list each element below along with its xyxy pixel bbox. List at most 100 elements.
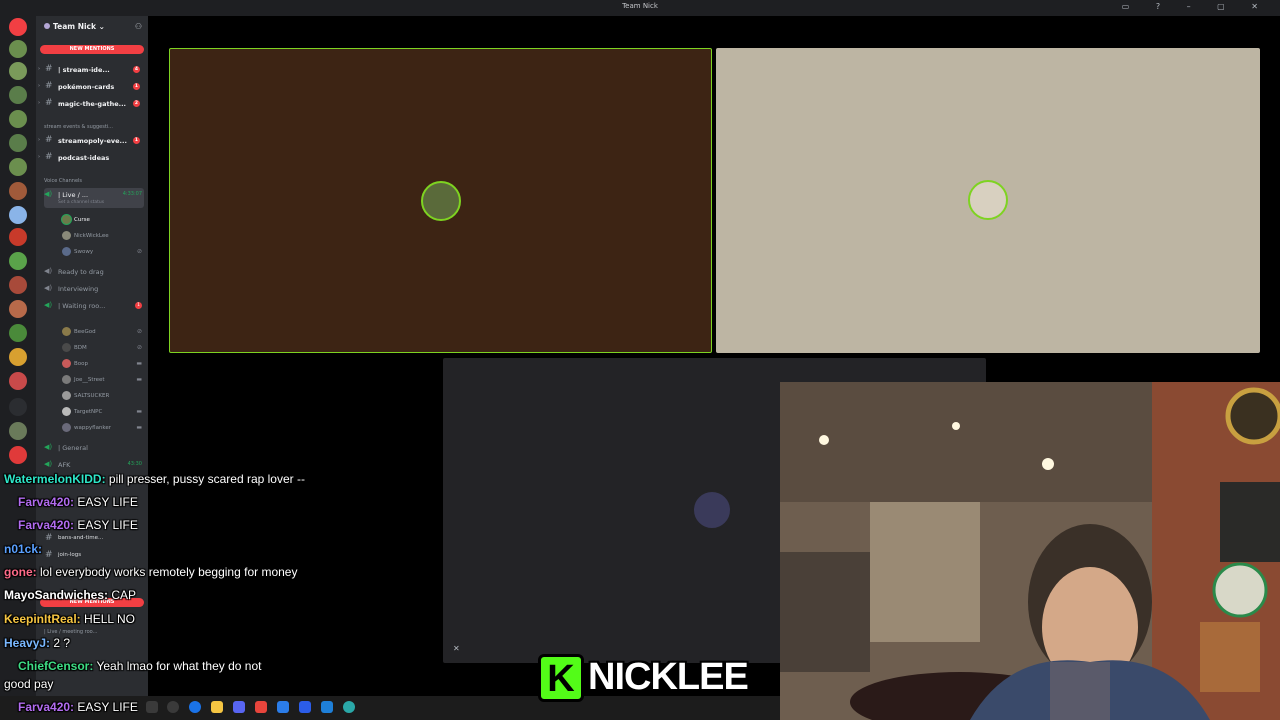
chat-message: n01ck: [4, 542, 42, 556]
avatar [62, 407, 71, 416]
voice-user[interactable]: Swowy ⊘ [62, 246, 144, 258]
window-controls[interactable]: ▭ ? – ▢ ✕ [1122, 2, 1270, 11]
chat-message: ChiefCensor: Yeah lmao for what they do … [18, 659, 261, 673]
server-icon[interactable] [9, 446, 27, 464]
voice-connection-label: | Live / meeting roo... [44, 629, 98, 635]
channel-stream-ideas[interactable]: › # | stream-ide... 4 [38, 63, 144, 77]
obs-icon[interactable] [167, 701, 179, 713]
voice-user[interactable]: BeeGod ⊘ [62, 326, 144, 338]
voice-user[interactable]: TargetNPC ▬ [62, 406, 144, 418]
server-icon[interactable] [9, 206, 27, 224]
server-icon[interactable] [9, 348, 27, 366]
voice-channel-waiting-room[interactable]: ◀) | Waiting roo... 1 [44, 299, 144, 313]
chat-text: HELL NO [84, 612, 135, 626]
avatar [62, 375, 71, 384]
server-icon[interactable] [9, 40, 27, 58]
avatar [62, 343, 71, 352]
chat-text: CAP [111, 588, 137, 602]
add-member-icon[interactable]: ⚇ [135, 22, 142, 31]
category-stream-events[interactable]: stream events & suggesti... [44, 124, 113, 130]
server-icon[interactable] [9, 422, 27, 440]
voice-channel-interviewing[interactable]: ◀) Interviewing [44, 282, 144, 296]
window-title: Team Nick [622, 2, 658, 10]
voice-user[interactable]: Curse [62, 214, 144, 226]
channel-name: podcast-ideas [58, 154, 110, 162]
chat-text: pill presser, pussy scared rap lover -- [108, 472, 305, 486]
voice-user[interactable]: BDM ⊘ [62, 342, 144, 354]
channel-streamopoly[interactable]: › # streamopoly-eve... 1 [38, 134, 144, 148]
search-icon[interactable] [146, 701, 158, 713]
channel-status[interactable]: Set a channel status [58, 200, 104, 205]
app-icon[interactable] [343, 701, 355, 713]
voice-timer: 43:30 [127, 461, 142, 467]
discord-icon[interactable] [233, 701, 245, 713]
channel-name: bans-and-time... [58, 535, 104, 541]
voice-channel-name: | Live / ... [58, 191, 89, 199]
speaker-icon: ◀) [44, 443, 53, 451]
hash-icon: # [45, 81, 53, 91]
folder-icon[interactable] [211, 701, 223, 713]
chat-text: EASY LIFE [77, 518, 138, 532]
server-avatar [44, 23, 50, 29]
voice-user[interactable]: Joe__Street ▬ [62, 374, 144, 386]
webcam-feed [780, 382, 1280, 720]
chat-text: 2 ? [53, 636, 71, 650]
server-icon[interactable] [9, 110, 27, 128]
category-voice-channels[interactable]: Voice Channels [44, 178, 82, 184]
voice-user-name: Curse [74, 217, 90, 223]
voice-channel-name: | Waiting roo... [58, 302, 106, 310]
chevron-right-icon: › [38, 137, 41, 143]
chat-username: WatermelonKIDD: [4, 472, 106, 486]
server-icon[interactable] [9, 182, 27, 200]
speaker-icon: ◀) [44, 301, 53, 309]
voice-channel-afk[interactable]: ◀) AFK 43:30 [44, 458, 144, 472]
camera-icon: ▬ [136, 376, 142, 383]
server-name-button[interactable]: Team Nick ⌄ [44, 22, 105, 31]
voice-timer: 4:33:07 [122, 191, 142, 197]
app-icon[interactable] [255, 701, 267, 713]
server-icon[interactable] [9, 398, 27, 416]
voice-channel-ready[interactable]: ◀) Ready to drag [44, 265, 144, 279]
new-mentions-pill[interactable]: NEW MENTIONS [40, 45, 144, 54]
chevron-right-icon: › [38, 100, 41, 106]
chat-username: Farva420: [18, 700, 75, 714]
avatar [62, 391, 71, 400]
mic-muted-icon: ✕ [453, 644, 460, 653]
chrome-icon[interactable] [189, 701, 201, 713]
server-icon[interactable] [9, 252, 27, 270]
server-icon[interactable] [9, 300, 27, 318]
server-icon[interactable] [9, 228, 27, 246]
chat-message: KeepinItReal: HELL NO [4, 612, 135, 626]
server-icon[interactable] [9, 324, 27, 342]
channel-pokemon-cards[interactable]: › # pokémon-cards 1 [38, 80, 144, 94]
app-icon[interactable] [277, 701, 289, 713]
server-icon[interactable] [9, 372, 27, 390]
voice-channel-general[interactable]: ◀) | General [44, 441, 144, 455]
channel-magic-the-gathering[interactable]: › # magic-the-gathe... 2 [38, 97, 144, 111]
video-tile-nickwicklee[interactable] [716, 48, 1260, 353]
video-tile-curse[interactable] [169, 48, 712, 353]
chat-username: MayoSandwiches: [4, 588, 109, 602]
channel-podcast-ideas[interactable]: › # podcast-ideas [38, 151, 144, 165]
voice-user[interactable]: SALTSUCKER [62, 390, 144, 402]
server-icon[interactable] [9, 158, 27, 176]
chat-message: MayoSandwiches: CAP [4, 588, 136, 602]
user-avatar [968, 180, 1008, 220]
server-icon[interactable] [9, 18, 27, 36]
server-icon[interactable] [9, 134, 27, 152]
server-icon[interactable] [9, 276, 27, 294]
channel-bans-and-timeouts[interactable]: # bans-and-time... [38, 532, 144, 546]
voice-user[interactable]: wappyflanker ▬ [62, 422, 144, 434]
voice-user[interactable]: NickWickLee [62, 230, 144, 242]
hash-icon: # [45, 152, 53, 162]
chat-username: HeavyJ: [4, 636, 51, 650]
channel-name: streamopoly-eve... [58, 137, 127, 145]
mention-badge: 1 [133, 137, 140, 144]
server-icon[interactable] [9, 62, 27, 80]
channel-join-logs[interactable]: # join-logs [38, 549, 144, 563]
server-icon[interactable] [9, 86, 27, 104]
app-icon[interactable] [321, 701, 333, 713]
voice-channel-live[interactable]: ◀) | Live / ... 4:33:07 Set a channel st… [44, 188, 144, 208]
app-icon[interactable] [299, 701, 311, 713]
voice-user[interactable]: Boop ▬ [62, 358, 144, 370]
